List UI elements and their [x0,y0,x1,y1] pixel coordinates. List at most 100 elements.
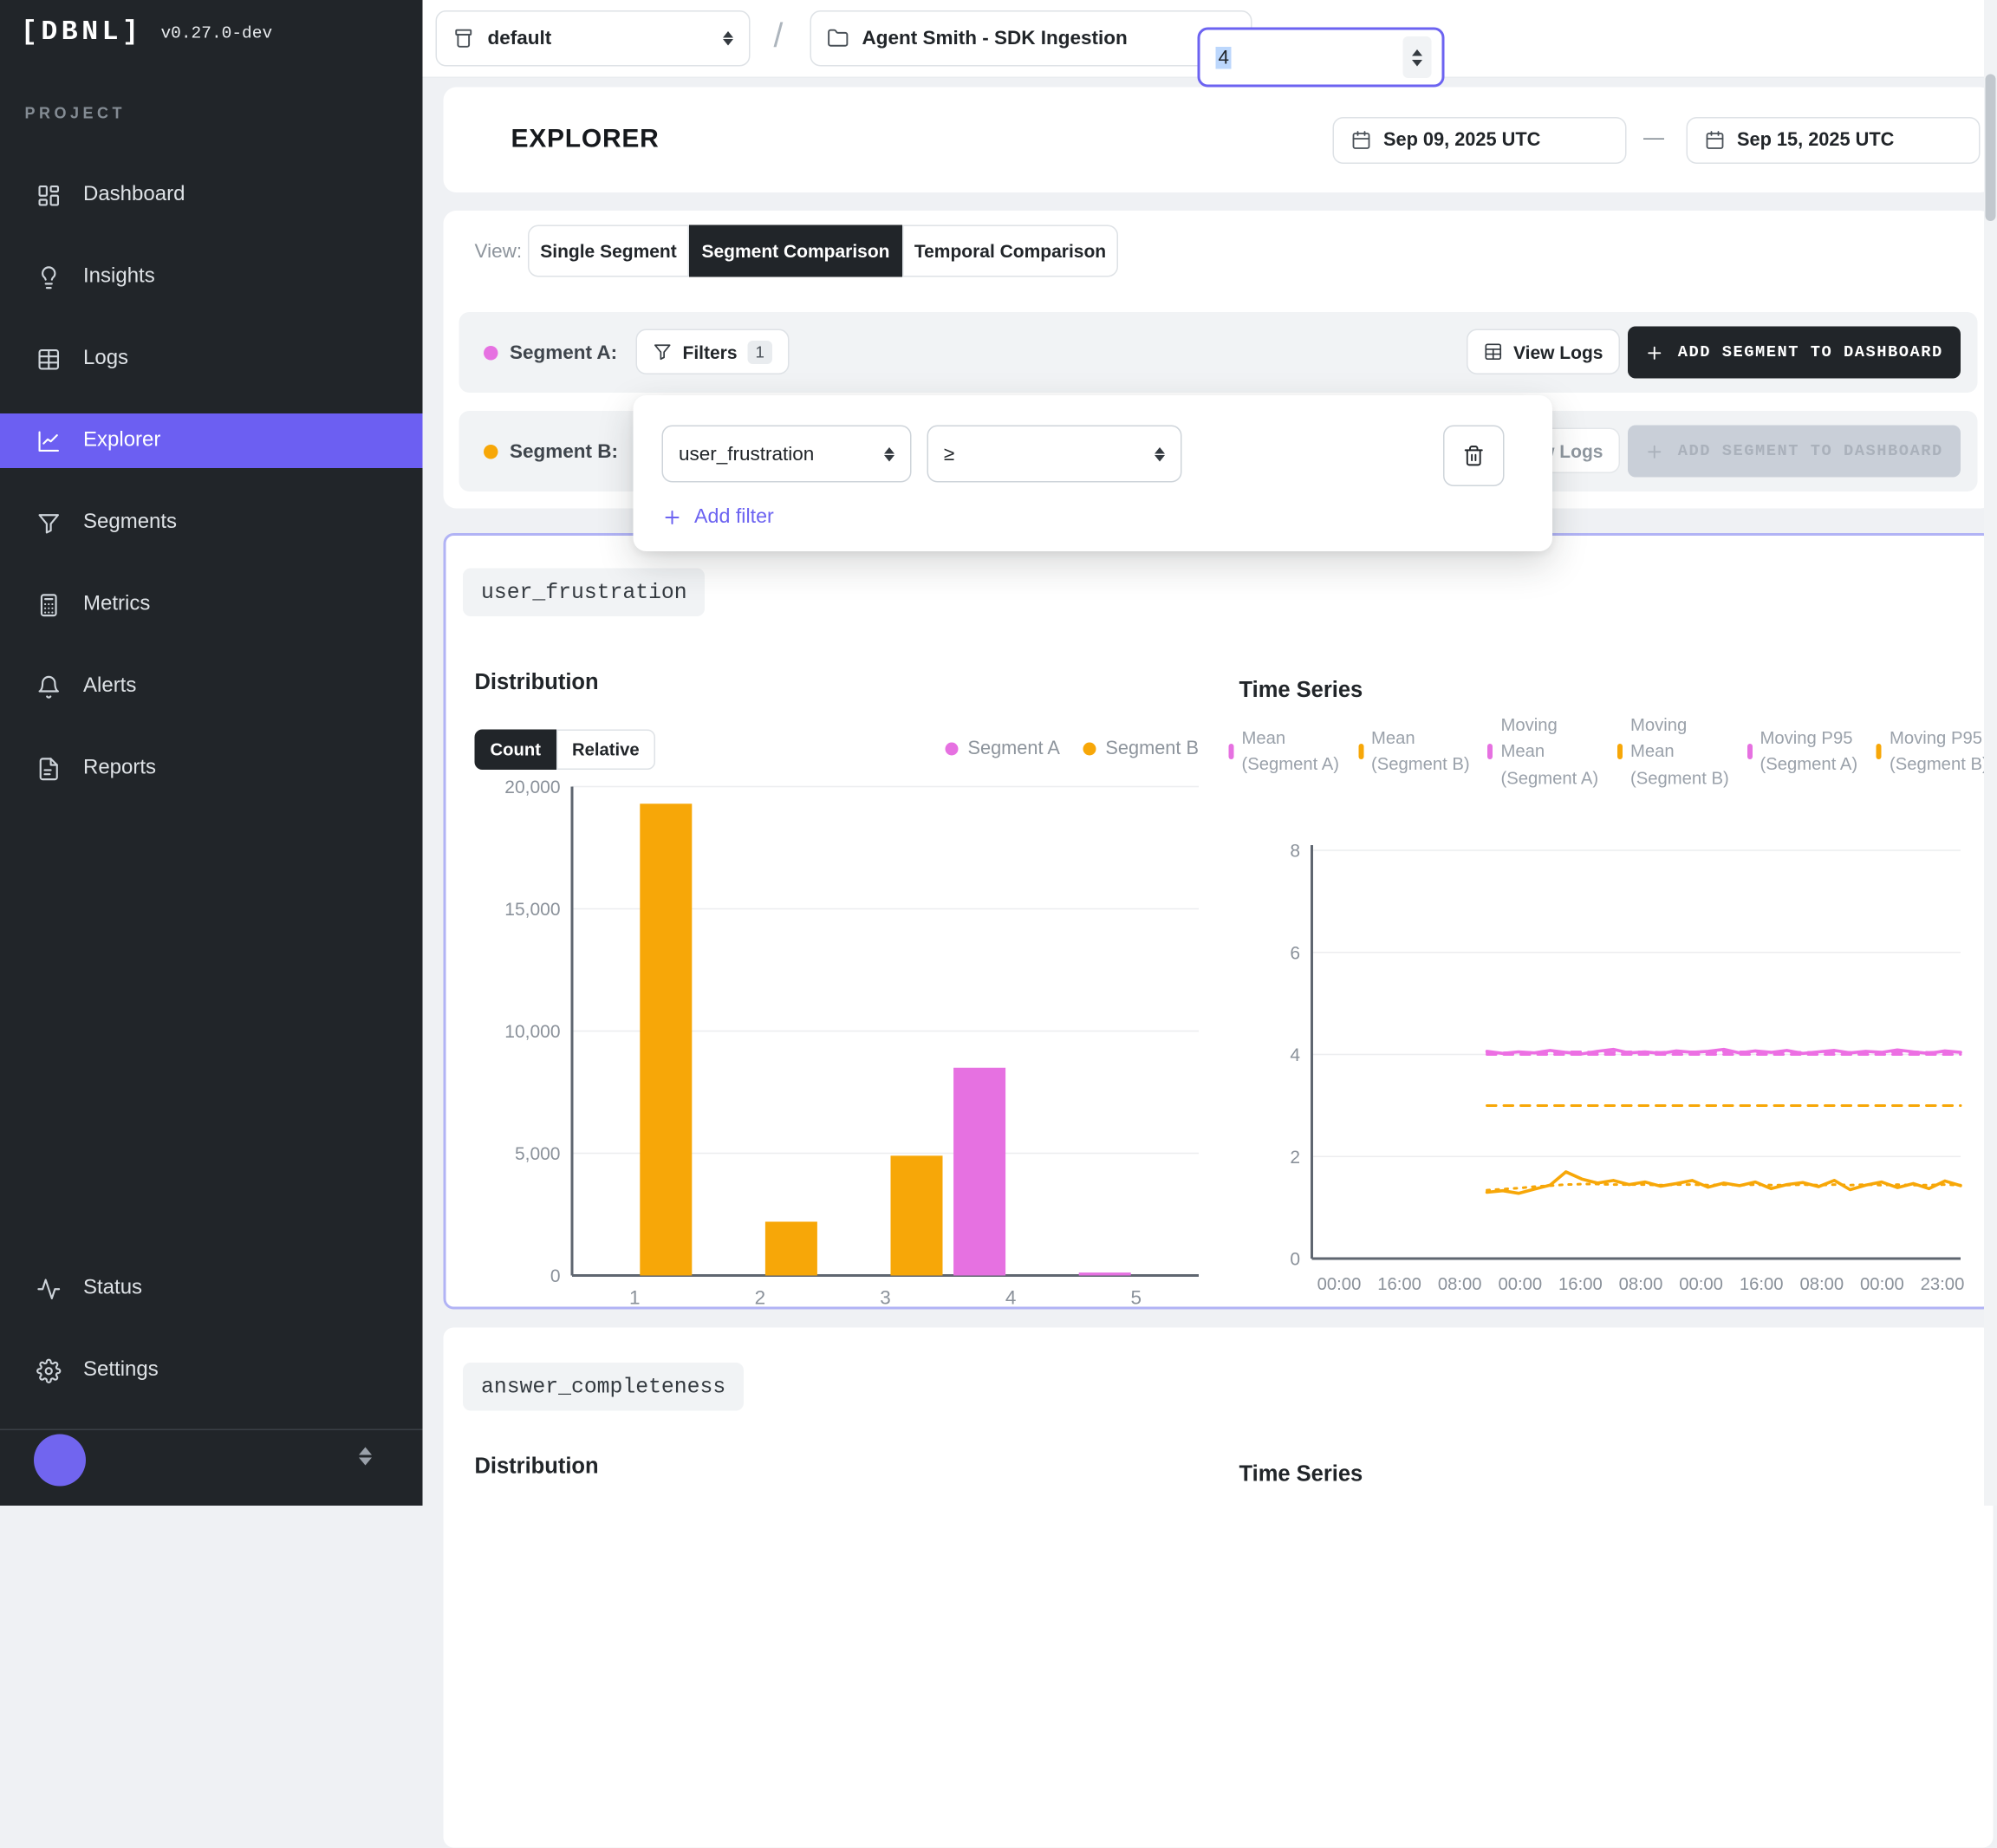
legend-item-segment-a: Segment A [946,739,1060,759]
plus-icon [1645,342,1665,362]
filter-field-select[interactable]: user_frustration [662,426,912,483]
svg-text:08:00: 08:00 [1799,1275,1844,1294]
gear-icon [36,1358,62,1383]
calendar-icon [1351,130,1372,151]
project-selector-value: Agent Smith - SDK Ingestion [862,28,1213,50]
filter-field-value: user_frustration [679,443,884,465]
sidebar-item-label: Segments [83,511,177,535]
user-avatar[interactable] [34,1435,86,1487]
plus-icon [662,507,683,528]
distribution-bar-chart: 05,00010,00015,00020,00012345 [475,778,1203,1313]
sidebar-section-project: PROJECT [25,104,127,122]
legend-item: Moving P95 (Segment B) [1877,713,1994,791]
sidebar-item-label: Reports [83,757,156,780]
sidebar-item-settings[interactable]: Settings [0,1344,423,1398]
sidebar-item-label: Settings [83,1359,159,1383]
segment-a-dot [484,346,498,361]
sidebar-item-label: Logs [83,348,128,371]
sidebar-item-label: Metrics [83,593,150,616]
svg-text:2: 2 [755,1287,766,1309]
filter-operator-value: ≥ [944,443,1155,465]
svg-text:5,000: 5,000 [515,1144,561,1164]
legend-item: Moving Mean (Segment B) [1617,713,1734,791]
sidebar-item-label: Explorer [83,429,160,452]
dbnl-logo: [DBNL] [21,18,142,49]
scrollbar-track[interactable] [1984,0,1997,1506]
segment-b-label: Segment B: [510,441,618,464]
number-stepper-icon[interactable] [1403,36,1432,78]
workspace-selector[interactable]: default [436,10,751,67]
sidebar-item-dashboard[interactable]: Dashboard [0,168,423,223]
view-label: View: [475,241,523,264]
legend-item: Mean (Segment B) [1358,713,1475,791]
sidebar-item-reports[interactable]: Reports [0,741,423,796]
filter-value-text: 4 [1216,46,1233,68]
sidebar-item-alerts[interactable]: Alerts [0,660,423,714]
svg-text:4: 4 [1005,1287,1017,1309]
svg-text:08:00: 08:00 [1438,1275,1482,1294]
filters-count-badge: 1 [748,340,772,363]
svg-text:16:00: 16:00 [1740,1275,1784,1294]
delete-filter-button[interactable] [1443,426,1505,487]
svg-text:23:00: 23:00 [1921,1275,1965,1294]
legend-item: Mean (Segment A) [1229,713,1346,791]
project-selector[interactable]: Agent Smith - SDK Ingestion [810,10,1252,67]
chevron-updown-icon [723,31,733,46]
legend-item: Moving P95 (Segment A) [1747,713,1864,791]
segment-a-view-logs-button[interactable]: View Logs [1467,329,1620,375]
legend-dot-orange [1083,743,1096,756]
add-filter-link[interactable]: Add filter [662,506,774,530]
funnel-icon [653,342,673,362]
sidebar-item-insights[interactable]: Insights [0,250,423,304]
filter-operator-select[interactable]: ≥ [927,426,1182,483]
breadcrumb-separator: / [774,16,784,56]
svg-text:5: 5 [1130,1287,1142,1309]
plus-icon [1645,441,1665,461]
scrollbar-thumb[interactable] [1986,75,1996,222]
svg-text:00:00: 00:00 [1317,1275,1362,1294]
lightbulb-icon [36,264,62,290]
svg-text:3: 3 [880,1287,891,1309]
chevron-updown-icon [1155,446,1165,461]
file-icon [36,756,62,781]
date-to-value: Sep 15, 2025 UTC [1737,130,1894,151]
tab-single-segment[interactable]: Single Segment [528,225,689,277]
distribution-legend: Segment A Segment B [910,739,1199,759]
tab-segment-comparison[interactable]: Segment Comparison [689,225,902,277]
bell-icon [36,674,62,700]
add-to-dashboard-label: ADD SEGMENT TO DASHBOARD [1678,442,1943,460]
segment-a-filters-button[interactable]: Filters 1 [636,329,790,375]
chart-line-icon [36,428,62,453]
trash-icon [1463,445,1486,467]
count-relative-toggle: Count Relative [475,730,655,771]
table-icon [1484,342,1504,362]
user-menu-chevron-icon[interactable] [359,1448,372,1466]
add-to-dashboard-label: ADD SEGMENT TO DASHBOARD [1678,343,1943,361]
svg-text:2: 2 [1290,1148,1300,1168]
date-from-picker[interactable]: Sep 09, 2025 UTC [1333,117,1627,164]
sidebar: [DBNL] v0.27.0-dev PROJECT Dashboard Ins… [0,0,423,1506]
segment-b-add-to-dashboard-button[interactable]: ADD SEGMENT TO DASHBOARD [1628,426,1961,478]
segment-a-add-to-dashboard-button[interactable]: ADD SEGMENT TO DASHBOARD [1628,327,1961,379]
toggle-count[interactable]: Count [475,730,556,771]
sidebar-item-explorer[interactable]: Explorer [0,413,423,468]
date-to-picker[interactable]: Sep 15, 2025 UTC [1687,117,1981,164]
sidebar-divider [0,1429,423,1431]
dashboard-icon [36,183,62,208]
filter-value-input[interactable]: 4 [1198,28,1445,88]
folder-icon [827,28,849,50]
sidebar-item-logs[interactable]: Logs [0,332,423,387]
metric-name-pill: answer_completeness [463,1363,744,1411]
sidebar-item-status[interactable]: Status [0,1261,423,1316]
svg-text:15,000: 15,000 [504,900,560,920]
svg-text:8: 8 [1290,842,1300,862]
svg-text:00:00: 00:00 [1860,1275,1904,1294]
svg-text:20,000: 20,000 [504,778,560,797]
svg-text:10,000: 10,000 [504,1022,560,1042]
sidebar-item-segments[interactable]: Segments [0,496,423,550]
distribution-heading: Distribution [475,670,599,696]
sidebar-item-metrics[interactable]: Metrics [0,577,423,632]
toggle-relative[interactable]: Relative [556,730,655,771]
distribution-heading: Distribution [475,1454,599,1480]
tab-temporal-comparison[interactable]: Temporal Comparison [902,225,1118,277]
